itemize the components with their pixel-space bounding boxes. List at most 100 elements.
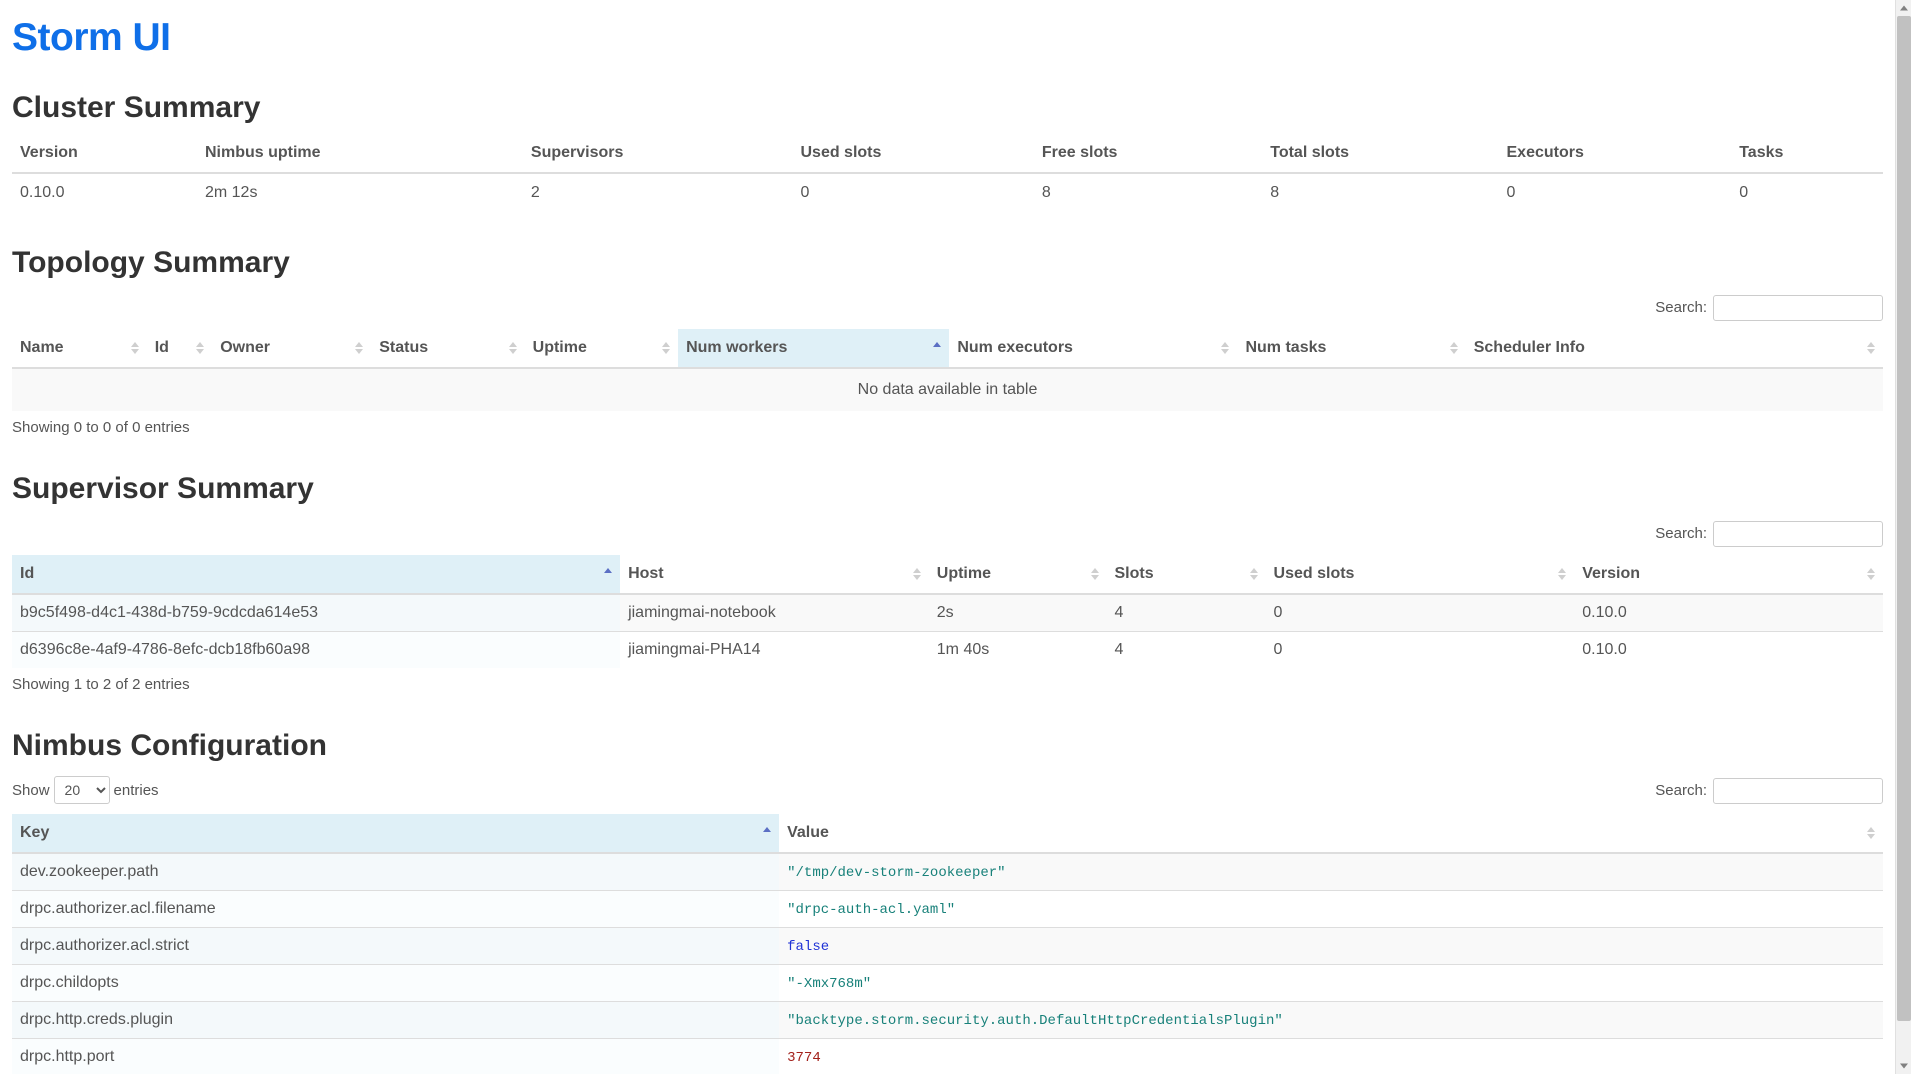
nimbus-value-text: "-Xmx768m" xyxy=(787,976,872,992)
nimbus-col-value[interactable]: Value xyxy=(779,814,1883,854)
cluster-summary-heading: Cluster Summary xyxy=(12,91,261,124)
nimbus-value-text: "/tmp/dev-storm-zookeeper" xyxy=(787,865,1006,881)
topology-col-owner[interactable]: Owner xyxy=(212,329,372,369)
table-row: drpc.authorizer.acl.strict false xyxy=(12,927,1883,965)
nimbus-configuration-heading: Nimbus Configuration xyxy=(12,729,327,762)
page-title: Storm UI xyxy=(12,16,171,59)
supervisor-cell-uptime: 1m 40s xyxy=(928,631,1107,668)
supervisor-cell-id: b9c5f498-d4c1-438d-b759-9cdcda614e53 xyxy=(12,593,621,632)
supervisor-col-host-label: Host xyxy=(628,565,664,582)
cluster-col-free-slots: Free slots xyxy=(1033,134,1263,174)
topology-col-scheduler-info-label: Scheduler Info xyxy=(1473,339,1585,356)
supervisor-cell-version: 0.10.0 xyxy=(1574,593,1883,632)
nimbus-cell-value: false xyxy=(779,927,1883,965)
cluster-col-executors: Executors xyxy=(1498,134,1732,174)
cluster-col-tasks: Tasks xyxy=(1731,134,1883,174)
nimbus-search-container: Search: xyxy=(1655,772,1883,812)
scrollbar-thumb[interactable] xyxy=(1897,16,1911,1021)
supervisor-search-label: Search: xyxy=(1655,521,1883,547)
sort-arrows-icon xyxy=(1867,566,1876,582)
supervisor-cell-slots: 4 xyxy=(1106,631,1266,668)
page-scrollbar[interactable] xyxy=(1895,0,1911,1074)
supervisor-col-version[interactable]: Version xyxy=(1574,555,1883,595)
cluster-col-version: Version xyxy=(12,134,197,174)
sort-arrows-icon xyxy=(1090,566,1100,582)
cluster-cell-free-slots: 8 xyxy=(1041,184,1051,201)
nimbus-col-value-label: Value xyxy=(787,824,829,841)
supervisor-col-uptime-label: Uptime xyxy=(936,565,991,582)
supervisor-summary-heading: Supervisor Summary xyxy=(12,472,314,505)
nimbus-cell-value: "-Xmx768m" xyxy=(779,964,1883,1002)
search-input[interactable] xyxy=(1713,295,1883,321)
page-length-select[interactable]: 20 40 60 100 All xyxy=(53,776,110,804)
nimbus-configuration-body: dev.zookeeper.path "/tmp/dev-storm-zooke… xyxy=(12,852,1883,1074)
supervisor-col-slots[interactable]: Slots xyxy=(1106,555,1266,595)
topology-col-uptime-label: Uptime xyxy=(532,339,587,356)
sort-arrows-icon xyxy=(508,340,518,356)
sort-arrows-icon xyxy=(1558,566,1567,582)
supervisor-col-used-slots[interactable]: Used slots xyxy=(1265,555,1575,595)
cluster-cell-used-slots: 0 xyxy=(800,184,810,201)
scroll-down-arrow-icon[interactable] xyxy=(1896,1058,1911,1074)
topology-col-status[interactable]: Status xyxy=(371,329,525,369)
supervisor-col-id[interactable]: Id xyxy=(12,555,621,595)
supervisor-cell-version: 0.10.0 xyxy=(1574,631,1883,668)
topology-col-scheduler-info[interactable]: Scheduler Info xyxy=(1465,329,1883,369)
supervisor-cell-host: jiamingmai-notebook xyxy=(620,593,929,632)
nimbus-header-row: Key Value xyxy=(12,814,1883,854)
nimbus-cell-key: dev.zookeeper.path xyxy=(12,852,780,891)
nimbus-entries-label-text: entries xyxy=(113,782,159,799)
sort-arrows-icon xyxy=(1867,825,1876,841)
topology-col-num-executors[interactable]: Num executors xyxy=(949,329,1238,369)
nimbus-cell-key: drpc.authorizer.acl.strict xyxy=(12,927,780,965)
table-row: d6396c8e-4af9-4786-8efc-dcb18fb60a98 jia… xyxy=(12,631,1883,668)
supervisor-col-host[interactable]: Host xyxy=(620,555,929,595)
cluster-cell-nimbus-uptime: 2m 12s xyxy=(204,184,258,201)
supervisor-cell-slots: 4 xyxy=(1106,593,1266,632)
nimbus-value-text: "backtype.storm.security.auth.DefaultHtt… xyxy=(787,1013,1283,1029)
topology-col-name-label: Name xyxy=(20,339,64,356)
topology-col-num-tasks[interactable]: Num tasks xyxy=(1237,329,1466,369)
scroll-up-arrow-icon[interactable] xyxy=(1896,0,1911,16)
cluster-cell-tasks: 0 xyxy=(1739,184,1749,201)
supervisor-cell-used-slots: 0 xyxy=(1265,631,1575,668)
search-input[interactable] xyxy=(1713,778,1883,804)
nimbus-search-label-text: Search: xyxy=(1655,781,1707,799)
nimbus-page-length-container: Show 20 40 60 100 All entries xyxy=(12,772,1883,814)
topology-col-name[interactable]: Name xyxy=(12,329,147,369)
supervisor-col-uptime[interactable]: Uptime xyxy=(928,555,1107,595)
nimbus-col-key-label: Key xyxy=(20,824,50,841)
sort-arrows-icon xyxy=(1449,340,1459,356)
nimbus-cell-key: drpc.http.port xyxy=(12,1038,780,1074)
search-input[interactable] xyxy=(1713,521,1883,547)
topology-col-owner-label: Owner xyxy=(220,339,270,356)
topology-summary-datatable: Search: Name Id Owner Status Uptime Num … xyxy=(12,289,1883,438)
nimbus-col-key[interactable]: Key xyxy=(12,814,780,854)
sort-arrows-icon xyxy=(912,566,922,582)
nimbus-show-label-text: Show xyxy=(12,782,50,799)
topology-col-num-workers[interactable]: Num workers xyxy=(678,329,950,369)
table-row: 0.10.0 2m 12s 2 0 8 8 0 0 xyxy=(12,173,1883,212)
topology-empty-message: No data available in table xyxy=(12,367,1883,411)
topology-col-id[interactable]: Id xyxy=(146,329,213,369)
cluster-summary-table: Version Nimbus uptime Supervisors Used s… xyxy=(12,134,1883,212)
topology-search-container: Search: xyxy=(12,289,1883,329)
topology-summary-table: Name Id Owner Status Uptime Num workers … xyxy=(12,329,1883,411)
nimbus-cell-key: drpc.http.creds.plugin xyxy=(12,1001,780,1039)
sort-ascending-icon xyxy=(604,566,613,582)
cluster-cell-executors: 0 xyxy=(1506,184,1516,201)
table-row: drpc.authorizer.acl.filename "drpc-auth-… xyxy=(12,890,1883,928)
cluster-col-used-slots: Used slots xyxy=(792,134,1034,174)
sort-ascending-icon xyxy=(933,340,942,356)
topology-col-uptime[interactable]: Uptime xyxy=(524,329,679,369)
nimbus-cell-key: drpc.authorizer.acl.filename xyxy=(12,890,780,928)
cluster-col-nimbus-uptime: Nimbus uptime xyxy=(196,134,523,174)
storm-ui-page: Storm UI Cluster Summary Version Nimbus … xyxy=(0,0,1895,1074)
topology-col-status-label: Status xyxy=(379,339,429,356)
nimbus-cell-value: "drpc-auth-acl.yaml" xyxy=(779,890,1883,928)
nimbus-search-label: Search: xyxy=(1655,778,1883,804)
supervisor-cell-uptime: 2s xyxy=(928,593,1107,632)
supervisor-search-label-text: Search: xyxy=(1655,524,1707,542)
nimbus-cell-value: "/tmp/dev-storm-zookeeper" xyxy=(779,852,1883,891)
topology-search-label-text: Search: xyxy=(1655,298,1707,316)
